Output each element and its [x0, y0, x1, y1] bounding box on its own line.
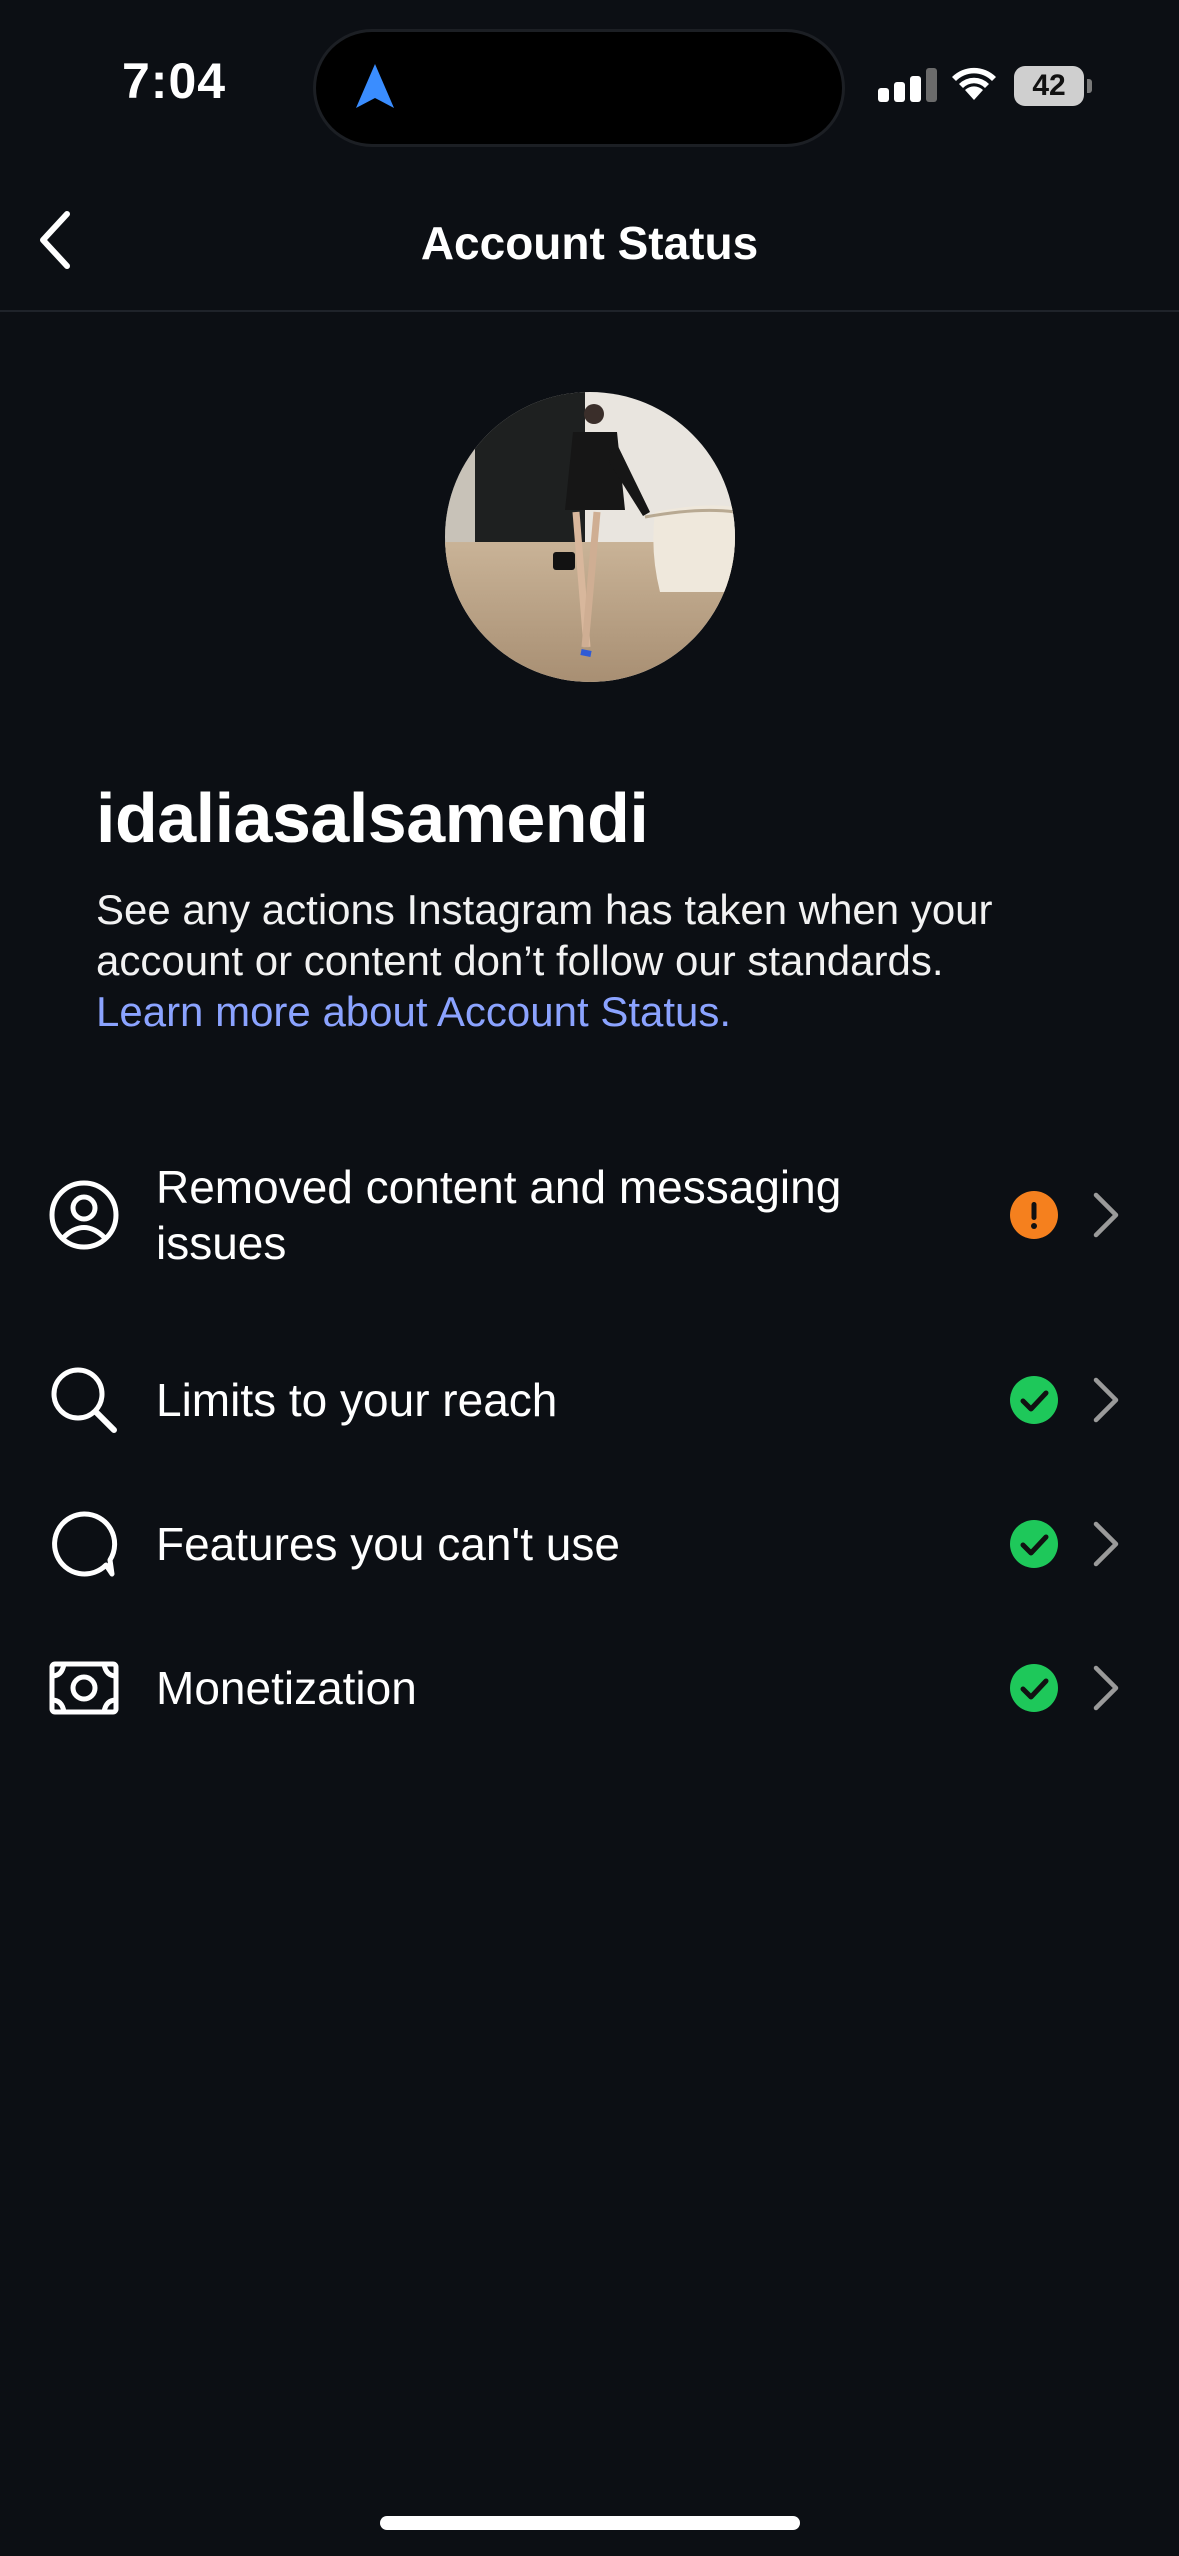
status-time: 7:04	[122, 53, 227, 109]
list-item-label: Limits to your reach	[156, 1374, 558, 1426]
status-bar: 7:04 42	[0, 0, 1179, 170]
chevron-right-icon	[1093, 1521, 1119, 1567]
chevron-right-icon	[1093, 1665, 1119, 1711]
user-circle-icon	[49, 1180, 119, 1250]
banknote-icon	[49, 1661, 119, 1715]
avatar	[445, 392, 735, 682]
list-item-limits-reach[interactable]: Limits to your reach	[0, 1330, 1179, 1470]
chevron-right-icon	[1093, 1377, 1119, 1423]
checkmark-icon	[1020, 1534, 1049, 1556]
home-indicator[interactable]	[380, 2516, 800, 2530]
check-badge-icon	[1010, 1664, 1058, 1712]
battery-indicator: 42	[1014, 66, 1092, 106]
list-item-removed-content[interactable]: Removed content and messaging issues	[0, 1140, 1179, 1290]
battery-level: 42	[1014, 66, 1084, 106]
list-item-label: Monetization	[156, 1662, 417, 1714]
cellular-signal-icon	[878, 68, 937, 102]
account-status-description: See any actions Instagram has taken when…	[96, 884, 1096, 1037]
page-title: Account Status	[420, 217, 759, 269]
learn-more-link[interactable]: Learn more about Account Status.	[96, 986, 1096, 1037]
username: idaliasalsamendi	[96, 779, 649, 857]
wifi-icon	[952, 67, 996, 100]
chevron-right-icon	[1093, 1192, 1119, 1238]
battery-cap	[1087, 79, 1092, 93]
warning-badge-icon	[1010, 1191, 1058, 1239]
speech-bubble-icon	[52, 1511, 118, 1577]
location-arrow-icon	[356, 64, 394, 108]
header: Account Status	[0, 170, 1179, 312]
search-icon	[51, 1367, 117, 1433]
list-item-monetization[interactable]: Monetization	[0, 1618, 1179, 1758]
avatar-photo	[445, 392, 735, 682]
description-text: See any actions Instagram has taken when…	[96, 886, 993, 984]
check-badge-icon	[1010, 1376, 1058, 1424]
checkmark-icon	[1020, 1678, 1049, 1700]
check-badge-icon	[1010, 1520, 1058, 1568]
list-item-label: Removed content and messaging issues	[156, 1161, 842, 1269]
exclamation-icon	[1031, 1202, 1037, 1229]
checkmark-icon	[1020, 1390, 1049, 1412]
list-item-label: Features you can't use	[156, 1518, 620, 1570]
list-item-features[interactable]: Features you can't use	[0, 1474, 1179, 1614]
